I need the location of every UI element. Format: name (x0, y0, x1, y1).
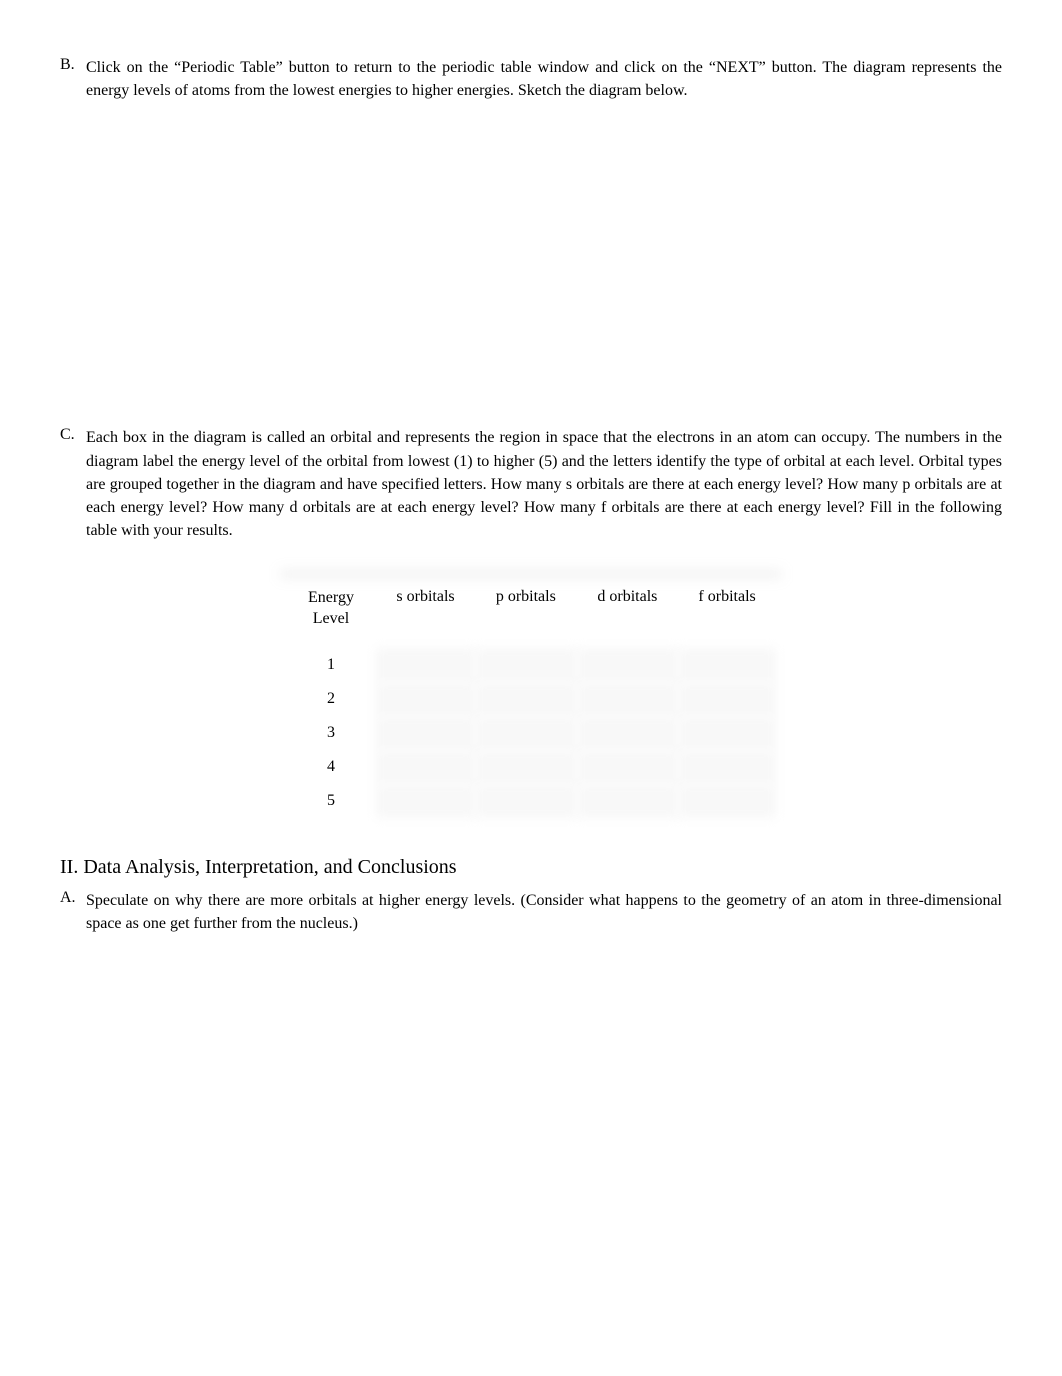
row-level: 4 (286, 750, 376, 784)
cell-blank (475, 648, 577, 682)
cell-blank (577, 682, 679, 716)
header-s-orbitals: s orbitals (376, 576, 475, 648)
header-f-orbitals: f orbitals (678, 576, 776, 648)
orbitals-table: Energy Level s orbitals p orbitals d orb… (286, 576, 776, 818)
cell-blank (577, 784, 679, 818)
row-level: 3 (286, 716, 376, 750)
row-level: 5 (286, 784, 376, 818)
item-a-section2: A. Speculate on why there are more orbit… (60, 889, 1002, 935)
cell-blank (376, 648, 475, 682)
cell-blank (376, 716, 475, 750)
cell-blank (678, 648, 776, 682)
cell-blank (475, 750, 577, 784)
cell-blank (376, 784, 475, 818)
cell-blank (475, 716, 577, 750)
item-c-text: Each box in the diagram is called an orb… (86, 426, 1002, 542)
cell-blank (475, 784, 577, 818)
item-c: C. Each box in the diagram is called an … (60, 426, 1002, 542)
header-energy-level-line2: Level (313, 610, 349, 627)
item-b: B. Click on the “Periodic Table” button … (60, 56, 1002, 102)
table-row: 1 (286, 648, 776, 682)
item-b-text: Click on the “Periodic Table” button to … (86, 56, 1002, 102)
cell-blank (678, 784, 776, 818)
table-row: 4 (286, 750, 776, 784)
header-energy-level-line1: Energy (308, 589, 354, 606)
table-header-row: Energy Level s orbitals p orbitals d orb… (286, 576, 776, 648)
row-level: 2 (286, 682, 376, 716)
table-row: 3 (286, 716, 776, 750)
table-row: 2 (286, 682, 776, 716)
item-c-label: C. (60, 426, 86, 542)
orbitals-table-wrap: Energy Level s orbitals p orbitals d orb… (60, 570, 1002, 824)
header-energy-level: Energy Level (286, 576, 376, 648)
cell-blank (678, 682, 776, 716)
header-d-orbitals: d orbitals (577, 576, 679, 648)
item-a-label: A. (60, 889, 86, 935)
cell-blank (475, 682, 577, 716)
cell-blank (577, 648, 679, 682)
cell-blank (376, 682, 475, 716)
row-level: 1 (286, 648, 376, 682)
cell-blank (577, 750, 679, 784)
cell-blank (678, 750, 776, 784)
cell-blank (376, 750, 475, 784)
sketch-area (60, 106, 1002, 426)
header-p-orbitals: p orbitals (475, 576, 577, 648)
table-row: 5 (286, 784, 776, 818)
item-a-text: Speculate on why there are more orbitals… (86, 889, 1002, 935)
cell-blank (678, 716, 776, 750)
cell-blank (577, 716, 679, 750)
section-2-heading: II. Data Analysis, Interpretation, and C… (60, 856, 1002, 879)
item-b-label: B. (60, 56, 86, 102)
